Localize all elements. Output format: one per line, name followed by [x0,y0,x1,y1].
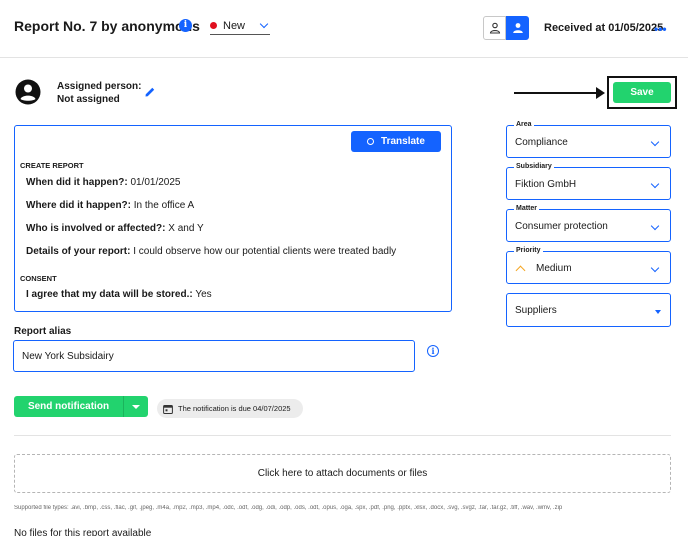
qa-answer: In the office A [133,200,195,211]
qa-question: Where did it happen?: [26,200,131,211]
section-title-create-report: CREATE REPORT [20,161,84,170]
subsidiary-value: Fiktion GmbH [515,179,577,190]
caret-down-icon [655,310,661,314]
status-select[interactable]: New [210,17,270,35]
report-alias-label: Report alias [14,326,72,337]
area-label: Area [514,121,534,129]
chevron-down-icon [259,19,269,28]
assigned-person-label: Assigned person: [57,81,142,92]
qa-item: Where did it happen?: In the office A [26,200,194,211]
assigned-person-value: Not assigned [57,94,120,105]
supported-file-types: Supported file types: .avi, .bmp, .css, … [14,505,563,511]
person-outline-icon [489,22,500,34]
arrow-head [596,87,605,99]
priority-medium-icon [515,265,526,276]
no-files-text: No files for this report available [14,528,152,536]
globe-icon [367,138,375,145]
matter-value: Consumer protection [515,221,608,232]
status-dot-icon [210,22,217,29]
area-value: Compliance [515,137,568,148]
person-filled-toggle[interactable] [506,16,529,40]
info-icon[interactable]: i [179,19,192,32]
arrow-line [514,92,598,94]
attach-drop-label: Click here to attach documents or files [257,468,428,479]
qa-answer: I could observe how our potential client… [133,246,397,257]
send-notification-dropdown[interactable] [124,396,148,417]
qa-answer: Yes [195,289,212,300]
priority-value: Medium [536,263,572,274]
qa-item: I agree that my data will be stored.: Ye… [26,289,212,300]
chevron-down-icon [650,221,660,231]
qa-answer: X and Y [168,223,204,234]
alias-info-icon[interactable]: i [427,345,439,357]
area-select[interactable]: Area Compliance [506,121,671,158]
report-alias-input[interactable] [13,340,415,372]
qa-question: Who is involved or affected?: [26,223,166,234]
subsidiary-label: Subsidiary [514,163,554,171]
priority-label: Priority [514,247,543,255]
qa-item: Who is involved or affected?: X and Y [26,223,204,234]
caret-down-icon [132,404,140,409]
divider [14,435,671,436]
avatar-icon [15,79,41,105]
send-notification-button[interactable]: Send notification [14,396,124,417]
priority-value-wrap: Medium [515,263,572,276]
subsidiary-select[interactable]: Subsidiary Fiktion GmbH [506,163,671,200]
calendar-icon [163,404,173,414]
more-options-icon[interactable]: ••• [654,22,667,36]
chevron-down-icon [650,137,660,147]
person-filled-icon [512,23,523,33]
save-button[interactable]: Save [613,82,671,103]
priority-select[interactable]: Priority Medium [506,247,671,284]
pencil-icon[interactable] [144,86,156,98]
notification-due-chip: The notification is due 04/07/2025 [157,399,303,418]
view-toggle [483,16,529,40]
matter-label: Matter [514,205,540,213]
qa-question: Details of your report: [26,246,131,257]
send-notification-split-button: Send notification [14,396,148,417]
chevron-down-icon [650,179,660,189]
page-title: Report No. 7 by anonymous [14,18,200,34]
qa-question: When did it happen?: [26,177,128,188]
attach-drop-zone[interactable]: Click here to attach documents or files [14,454,671,493]
qa-question: I agree that my data will be stored.: [26,289,193,300]
suppliers-value: Suppliers [515,305,557,316]
translate-button[interactable]: Translate [351,131,441,152]
qa-item: Details of your report: I could observe … [26,246,396,257]
status-value: New [223,19,246,32]
section-title-consent: CONSENT [20,274,57,283]
chevron-down-icon [650,263,660,273]
qa-answer: 01/01/2025 [130,177,181,188]
qa-item: When did it happen?: 01/01/2025 [26,177,181,188]
page-header: Report No. 7 by anonymous i New Received… [0,0,688,58]
received-date: Received at 01/05/2025 [544,22,664,34]
report-content-box: Translate CREATE REPORT When did it happ… [14,125,452,312]
translate-label: Translate [381,136,425,147]
notification-due-text: The notification is due 04/07/2025 [178,404,291,413]
matter-select[interactable]: Matter Consumer protection [506,205,671,242]
person-outline-toggle[interactable] [483,16,506,40]
suppliers-select[interactable]: Suppliers [506,293,671,327]
